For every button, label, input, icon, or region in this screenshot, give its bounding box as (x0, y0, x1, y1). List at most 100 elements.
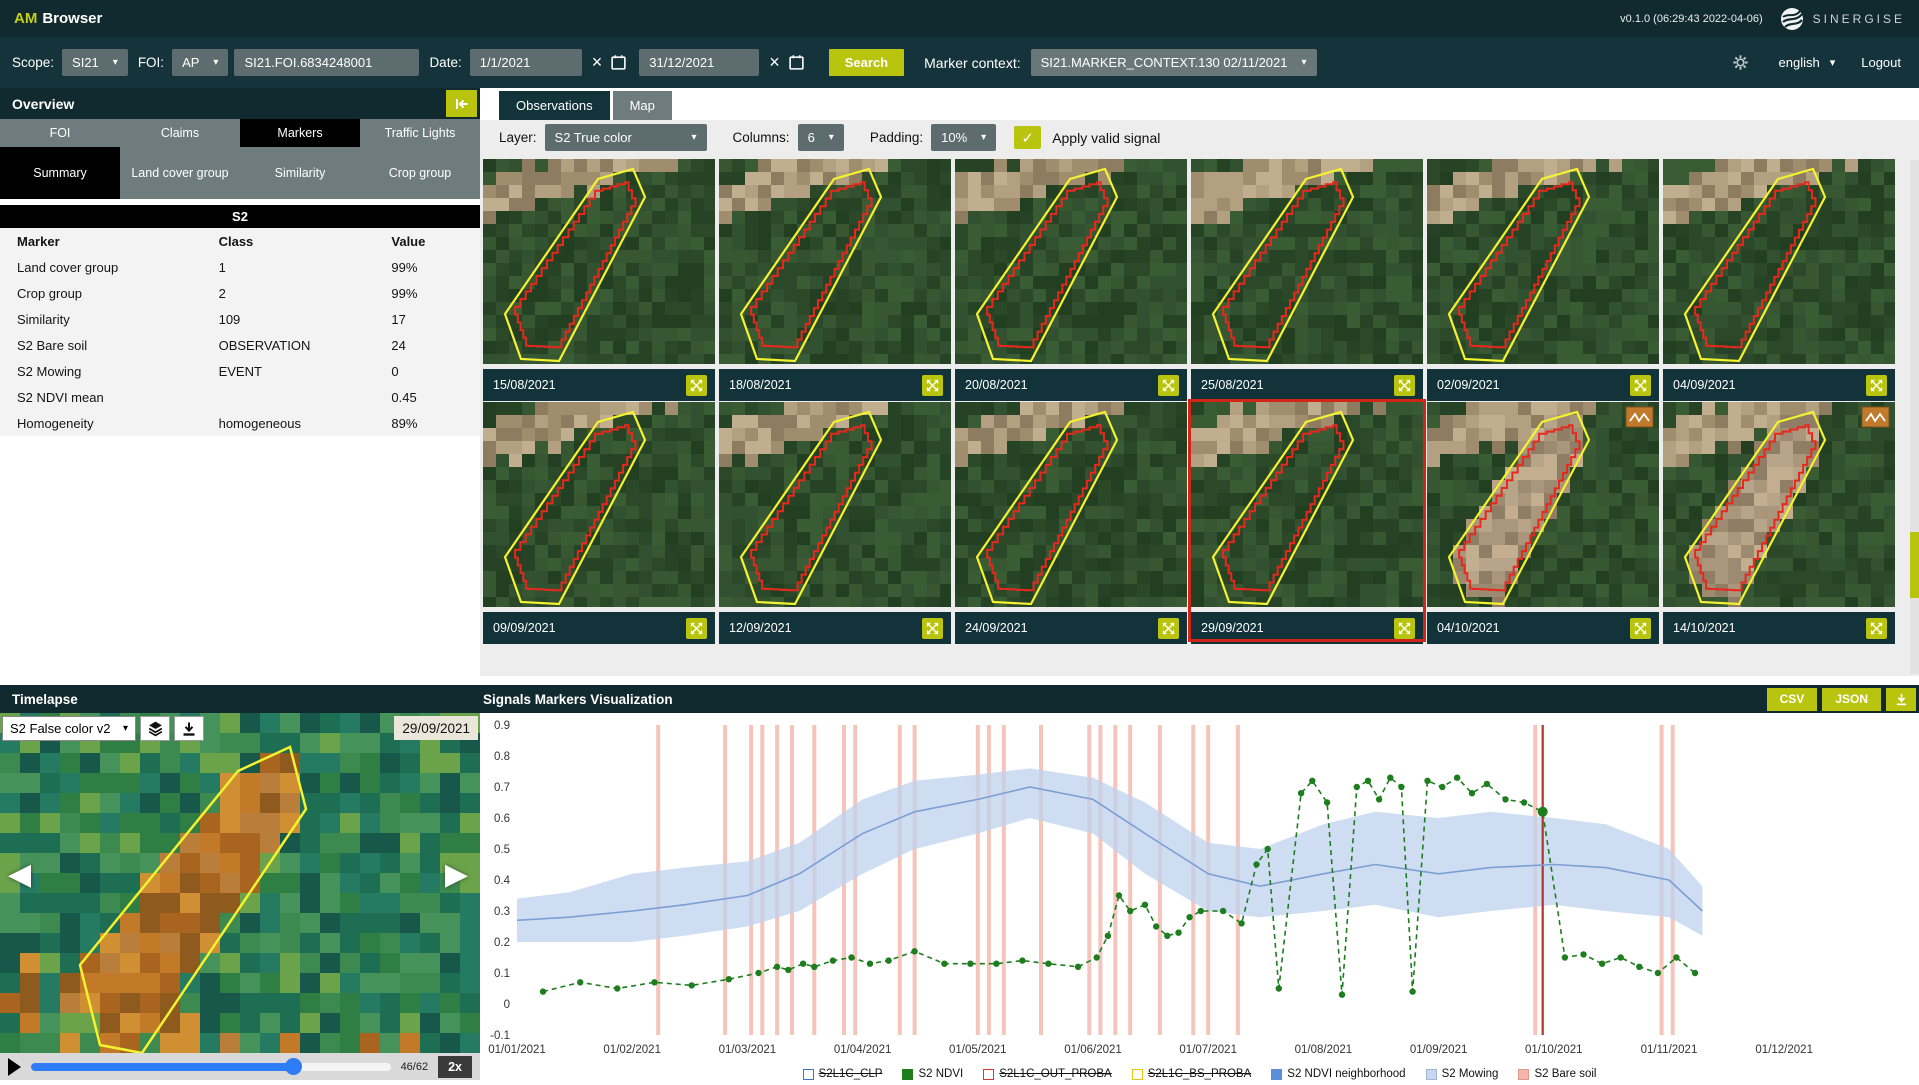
timelapse-layer-select[interactable]: S2 False color v2▾ (2, 716, 136, 741)
expand-tile-icon[interactable] (1866, 618, 1887, 639)
clear-date-from-icon[interactable]: × (592, 49, 603, 76)
foi-id-input[interactable]: SI21.FOI.6834248001 (234, 49, 419, 76)
observation-tile[interactable]: 29/09/2021 (1191, 402, 1423, 639)
tab-observations[interactable]: Observations (499, 91, 610, 120)
date-to-input[interactable]: 31/12/2021 (639, 49, 759, 76)
gear-icon[interactable] (1732, 54, 1749, 71)
legend-item-s2l1c-out-proba[interactable]: S2L1C_OUT_PROBA (983, 1068, 1112, 1080)
sinergise-wordmark: SINERGISE (1813, 12, 1905, 26)
svg-text:0.2: 0.2 (494, 937, 510, 949)
slider-thumb[interactable] (285, 1058, 302, 1075)
play-button[interactable] (8, 1058, 21, 1076)
expand-tile-icon[interactable] (1630, 375, 1651, 396)
observation-tile[interactable]: 18/08/2021 (719, 159, 951, 396)
marker-subtabs: SummaryLand cover groupSimilarityCrop gr… (0, 147, 480, 199)
previous-frame-button[interactable]: ◀ (8, 857, 31, 892)
search-button[interactable]: Search (829, 49, 904, 76)
overview-title: Overview (12, 96, 74, 112)
table-row: S2 NDVI mean0.45 (0, 384, 480, 410)
marker-subtab-crop-group[interactable]: Crop group (360, 147, 480, 199)
signals-chart: 0.90.80.70.60.50.40.30.20.10-0.101/01/20… (480, 713, 1919, 1080)
collapse-panel-button[interactable] (446, 90, 477, 117)
overview-tab-foi[interactable]: FOI (0, 119, 120, 147)
overview-tab-claims[interactable]: Claims (120, 119, 240, 147)
observation-tile[interactable]: 09/09/2021 (483, 402, 715, 639)
observation-tile[interactable]: 12/09/2021 (719, 402, 951, 639)
expand-tile-icon[interactable] (686, 618, 707, 639)
legend-item-s2-ndvi[interactable]: S2 NDVI (902, 1068, 963, 1080)
expand-tile-icon[interactable] (922, 618, 943, 639)
scrollbar-thumb[interactable] (1910, 532, 1919, 598)
expand-tile-icon[interactable] (1158, 375, 1179, 396)
apply-valid-signal-checkbox[interactable]: ✓ (1014, 126, 1041, 149)
legend-item-s2-ndvi-neighborhood[interactable]: S2 NDVI neighborhood (1271, 1068, 1405, 1080)
legend-label: S2 NDVI (918, 1068, 963, 1080)
columns-select[interactable]: 6▾ (798, 124, 844, 151)
svg-text:01/04/2021: 01/04/2021 (834, 1044, 892, 1056)
observation-tile[interactable]: 14/10/2021 (1663, 402, 1895, 639)
tab-map[interactable]: Map (613, 91, 672, 120)
app-version: v0.1.0 (06:29:43 2022-04-06) (1620, 13, 1763, 25)
expand-tile-icon[interactable] (1158, 618, 1179, 639)
logout-button[interactable]: Logout (1861, 55, 1901, 70)
clear-date-to-icon[interactable]: × (769, 49, 780, 76)
marker-subtab-summary[interactable]: Summary (0, 147, 120, 199)
scope-select[interactable]: SI21▾ (62, 49, 128, 76)
expand-tile-icon[interactable] (1394, 618, 1415, 639)
calendar-icon[interactable] (610, 54, 627, 71)
legend-label: S2L1C_CLP (819, 1068, 883, 1080)
expand-tile-icon[interactable] (1630, 618, 1651, 639)
observation-tile[interactable]: 04/10/2021 (1427, 402, 1659, 639)
svg-text:01/09/2021: 01/09/2021 (1410, 1044, 1468, 1056)
legend-swatch (1426, 1069, 1437, 1080)
marker-subtab-similarity[interactable]: Similarity (240, 147, 360, 199)
observation-tile[interactable]: 02/09/2021 (1427, 159, 1659, 396)
column-header: Class (202, 228, 375, 254)
tile-footer: 04/09/2021 (1663, 369, 1895, 401)
observation-tile[interactable]: 15/08/2021 (483, 159, 715, 396)
legend-label: S2 Mowing (1442, 1068, 1499, 1080)
observation-tile[interactable]: 25/08/2021 (1191, 159, 1423, 396)
chevron-down-icon: ▾ (113, 57, 118, 68)
observation-tile[interactable]: 04/09/2021 (1663, 159, 1895, 396)
layer-select[interactable]: S2 True color▾ (545, 124, 707, 151)
observation-tile[interactable]: 20/08/2021 (955, 159, 1187, 396)
legend-item-s2l1c-clp[interactable]: S2L1C_CLP (803, 1068, 883, 1080)
json-export-button[interactable]: JSON (1822, 688, 1881, 711)
language-select[interactable]: english (1779, 55, 1820, 70)
download-chart-icon[interactable] (1886, 688, 1916, 711)
legend-item-s2-mowing[interactable]: S2 Mowing (1426, 1068, 1499, 1080)
download-timelapse-icon[interactable] (174, 716, 204, 741)
legend-item-s2-bare-soil[interactable]: S2 Bare soil (1518, 1068, 1596, 1080)
legend-item-s2l1c-bs-proba[interactable]: S2L1C_BS_PROBA (1132, 1068, 1252, 1080)
next-frame-button[interactable]: ▶ (445, 857, 468, 892)
csv-export-button[interactable]: CSV (1767, 688, 1818, 711)
tile-date: 04/10/2021 (1437, 621, 1500, 635)
overview-tab-markers[interactable]: Markers (240, 119, 360, 147)
layers-icon[interactable] (140, 716, 170, 741)
svg-text:01/03/2021: 01/03/2021 (719, 1044, 777, 1056)
padding-select[interactable]: 10%▾ (931, 124, 996, 151)
speed-button[interactable]: 2x (438, 1056, 472, 1078)
foi-type-select[interactable]: AP▾ (172, 49, 228, 76)
timelapse-viewer: S2 False color v2▾ 29/09/2021 ◀ ▶ 46/62 … (0, 713, 480, 1080)
svg-text:01/06/2021: 01/06/2021 (1064, 1044, 1122, 1056)
observation-tile[interactable]: 24/09/2021 (955, 402, 1187, 639)
calendar-icon[interactable] (788, 54, 805, 71)
chevron-down-icon: ▾ (692, 132, 697, 143)
expand-tile-icon[interactable] (1866, 375, 1887, 396)
marker-subtab-land-cover-group[interactable]: Land cover group (120, 147, 240, 199)
tile-footer: 12/09/2021 (719, 612, 951, 644)
date-from-input[interactable]: 1/1/2021 (470, 49, 582, 76)
timelapse-current-date: 29/09/2021 (394, 716, 478, 740)
marker-context-select[interactable]: SI21.MARKER_CONTEXT.130 02/11/2021▾ (1031, 49, 1317, 76)
vertical-scrollbar[interactable] (1910, 160, 1919, 674)
expand-tile-icon[interactable] (686, 375, 707, 396)
bottom-section-header: Timelapse Signals Markers Visualization … (0, 685, 1919, 713)
expand-tile-icon[interactable] (1394, 375, 1415, 396)
tile-footer: 14/10/2021 (1663, 612, 1895, 644)
brand-browser: Browser (42, 10, 102, 27)
timelapse-slider[interactable] (31, 1063, 391, 1071)
expand-tile-icon[interactable] (922, 375, 943, 396)
overview-tab-traffic-lights[interactable]: Traffic Lights (360, 119, 480, 147)
